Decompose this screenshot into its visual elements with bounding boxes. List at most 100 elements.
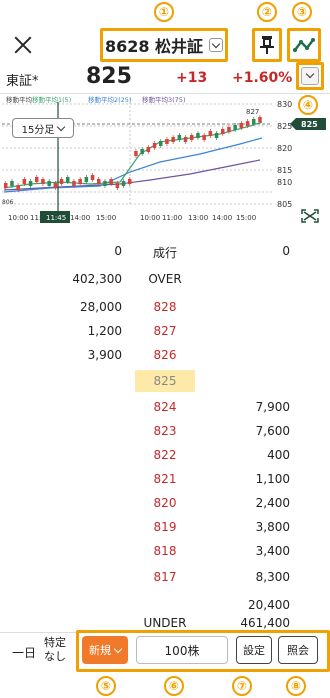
quantity-field[interactable]: 100株	[136, 636, 228, 664]
settings-button[interactable]: 設定	[236, 636, 272, 664]
x-tick: 14:00	[212, 214, 232, 222]
candle	[59, 179, 64, 184]
new-order-button[interactable]: 新規	[82, 636, 128, 664]
x-tick: 10:00	[140, 214, 160, 222]
chevron-down-icon	[301, 67, 319, 85]
candle	[41, 179, 45, 184]
marker-6: ⑥	[164, 676, 184, 696]
marker-1: ①	[154, 2, 174, 22]
account-type-line1: 特定	[44, 636, 66, 649]
candle	[47, 181, 51, 186]
ask-row[interactable]: 28,000 828	[0, 296, 330, 320]
ask-row[interactable]: 3,900 826	[0, 344, 330, 368]
ask-price: 827	[153, 324, 177, 338]
high-label: 827	[246, 108, 259, 116]
bid-row[interactable]: 817 8,300	[0, 566, 330, 590]
marker-3: ③	[292, 2, 312, 22]
bid-row[interactable]: 823 7,600	[0, 420, 330, 444]
account-type[interactable]: 特定 なし	[44, 636, 66, 664]
bid-price: 824	[153, 400, 177, 414]
candle	[171, 137, 175, 142]
candle	[221, 129, 225, 134]
close-icon[interactable]	[12, 34, 34, 56]
candle	[121, 181, 126, 186]
candle	[128, 179, 132, 184]
candle	[72, 181, 76, 186]
candle	[146, 147, 151, 152]
y-tick: 830	[277, 100, 292, 109]
bid-price: 823	[153, 424, 177, 438]
candle	[183, 137, 188, 142]
candle	[35, 177, 39, 182]
candle	[109, 179, 113, 184]
candle	[22, 179, 27, 184]
candle	[28, 181, 33, 186]
chart-svg: 移動平均 移動平均1(5) 移動平均2(25) 移動平均3(75) 827 80…	[2, 95, 326, 223]
ma-label: 移動平均	[6, 95, 33, 104]
bid-row[interactable]: 824 7,900	[0, 396, 330, 420]
candle	[159, 141, 163, 146]
over-label: OVER	[148, 272, 182, 286]
low-label: 806	[2, 199, 14, 206]
line-chart-icon	[293, 38, 315, 52]
expand-quote-button[interactable]	[296, 62, 324, 90]
bid-row[interactable]: 822 400	[0, 444, 330, 468]
bid-qty: 400	[267, 448, 290, 462]
candle	[115, 183, 120, 188]
marker-2: ②	[257, 2, 277, 22]
bid-price: 820	[153, 496, 177, 510]
ma2-legend: 移動平均2(25)	[88, 95, 131, 104]
candle	[165, 139, 169, 144]
candle	[233, 125, 237, 130]
stock-selector[interactable]: 8628 松井証	[100, 28, 228, 62]
market-label: 成行	[152, 246, 177, 260]
bid-price: 821	[153, 472, 177, 486]
bid-row[interactable]: 819 3,800	[0, 516, 330, 540]
day-label: 一日	[12, 646, 37, 660]
interval-select[interactable]: 15分足	[12, 118, 74, 138]
x-tick: 13:00	[188, 214, 208, 222]
candle	[208, 131, 213, 136]
candle	[258, 117, 262, 122]
bid-qty: 3,800	[255, 520, 290, 534]
order-board: 0 成行 0 402,300 OVER 28,000 828 1,200 827…	[0, 232, 330, 632]
candle	[140, 149, 144, 154]
x-tick: 15:00	[236, 214, 256, 222]
account-type-line2: なし	[44, 650, 66, 663]
candle	[245, 121, 250, 126]
candle	[202, 135, 206, 140]
x-tick: 14:00	[70, 214, 90, 222]
bid-row[interactable]: 820 2,400	[0, 492, 330, 516]
candle	[10, 181, 14, 186]
price-chart[interactable]: 移動平均 移動平均1(5) 移動平均2(25) 移動平均3(75) 827 80…	[0, 94, 330, 230]
pin-button[interactable]	[252, 28, 282, 62]
board-current-price: 825	[153, 374, 177, 388]
inquiry-button[interactable]: 照会	[278, 636, 318, 664]
current-price-row[interactable]: 825	[0, 370, 330, 394]
candle	[177, 135, 182, 140]
price-change: +13	[176, 70, 208, 86]
candle	[227, 127, 231, 132]
exchange-label: 東証*	[6, 74, 39, 89]
ask-row[interactable]: 1,200 827	[0, 320, 330, 344]
y-tick: 805	[277, 200, 292, 209]
chart-toggle-button[interactable]	[287, 28, 321, 62]
candle	[214, 133, 219, 138]
candle	[190, 135, 194, 140]
y-tick: 825	[277, 122, 292, 131]
fullscreen-icon[interactable]	[301, 209, 319, 223]
bid-price: 822	[153, 448, 177, 462]
candle	[196, 133, 200, 138]
ask-price: 828	[153, 300, 177, 314]
y-tick: 820	[277, 144, 292, 153]
bid-row[interactable]: 818 3,400	[0, 540, 330, 564]
bid-row[interactable]: 821 1,100	[0, 468, 330, 492]
over-row: 402,300 OVER	[0, 268, 330, 292]
candle	[84, 177, 89, 182]
candle	[97, 179, 101, 184]
ask-qty: 3,900	[87, 348, 122, 362]
candle	[252, 119, 256, 124]
stock-name: 8628 松井証	[104, 37, 204, 56]
candle	[134, 151, 138, 156]
quote-row: 東証* 825 +13 +1.60%	[0, 62, 330, 94]
